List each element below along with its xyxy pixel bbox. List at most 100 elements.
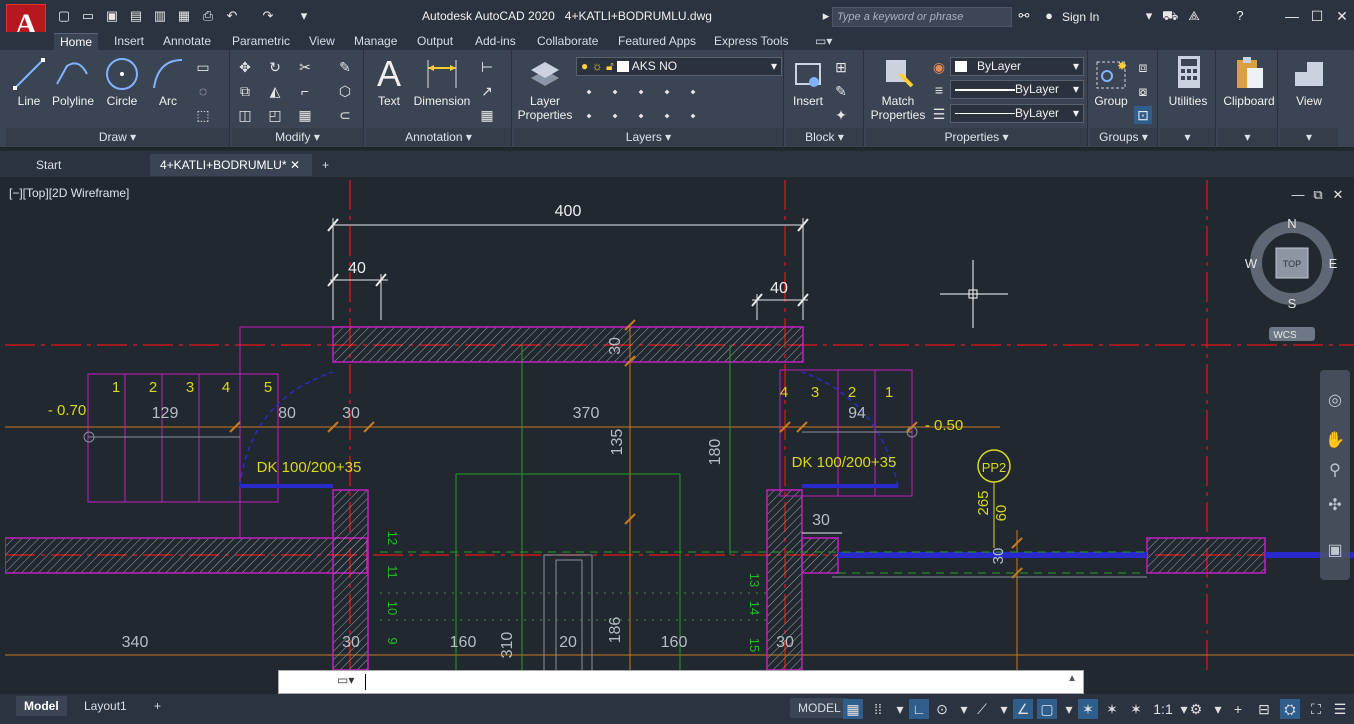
erase-icon[interactable]: ✎ bbox=[336, 58, 354, 76]
scale-icon[interactable]: ◰ bbox=[266, 106, 284, 124]
lineweight-dropdown[interactable]: ByLayer ▾ bbox=[950, 80, 1084, 99]
add-layout-icon[interactable]: + bbox=[146, 696, 169, 716]
draw-panel-title[interactable]: Draw ▾ bbox=[6, 128, 229, 146]
array-icon[interactable]: ▦ bbox=[296, 106, 314, 124]
workspace-icon[interactable]: ⚙ bbox=[1186, 699, 1206, 719]
workspace-dropdown-icon[interactable]: ▾ bbox=[1208, 699, 1228, 719]
layer-lock-icon[interactable]: ⬩ bbox=[658, 82, 676, 100]
rectangle-icon[interactable]: ▭ bbox=[194, 58, 212, 76]
ribbon-options-icon[interactable]: ▭▾ bbox=[815, 33, 832, 51]
move-icon[interactable]: ✥ bbox=[236, 58, 254, 76]
layer-make-current-icon[interactable]: ⬩ bbox=[684, 82, 702, 100]
annotation-panel-title[interactable]: Annotation ▾ bbox=[366, 128, 511, 146]
command-prompt-icon[interactable]: ▭▾ bbox=[337, 673, 354, 687]
save-icon[interactable]: ▣ bbox=[104, 8, 120, 24]
group-edit-icon[interactable]: ⧇ bbox=[1134, 82, 1152, 100]
close-icon[interactable]: ✕ bbox=[1332, 6, 1352, 26]
group-selection-icon[interactable]: ⊡ bbox=[1134, 106, 1152, 124]
command-line-input[interactable]: ▭▾ ▲ bbox=[278, 670, 1084, 694]
match-properties-button[interactable]: Match Properties bbox=[870, 54, 926, 122]
search-input[interactable]: Type a keyword or phrase bbox=[832, 7, 1012, 27]
cart-icon[interactable]: ⛟ bbox=[1162, 8, 1178, 24]
drawing-canvas[interactable]: 400 40 40 129 80 30 370 94 135 180 30 34… bbox=[5, 180, 1354, 670]
snap-dropdown-icon[interactable]: ▾ bbox=[890, 699, 910, 719]
binoculars-icon[interactable]: ⚯ bbox=[1016, 8, 1032, 24]
clipboard-button[interactable]: Clipboard bbox=[1220, 54, 1278, 108]
polyline-button[interactable]: Polyline bbox=[48, 54, 98, 108]
layers-panel-title[interactable]: Layers ▾ bbox=[514, 128, 783, 146]
command-history-icon[interactable]: ▲ bbox=[1067, 673, 1077, 684]
layout1-tab[interactable]: Layout1 bbox=[76, 696, 135, 716]
layer-isolate-icon[interactable]: ⬩ bbox=[606, 82, 624, 100]
file-tab-start[interactable]: Start bbox=[26, 154, 146, 176]
edit-block-icon[interactable]: ✎ bbox=[832, 82, 850, 100]
linear-dimension-icon[interactable]: ⊢ bbox=[478, 58, 496, 76]
tab-annotate[interactable]: Annotate bbox=[163, 33, 211, 51]
group-button[interactable]: ✸ Group bbox=[1092, 54, 1130, 108]
utilities-dropdown-icon[interactable]: ▾ bbox=[1160, 128, 1215, 146]
a360-icon[interactable]: ⟁ bbox=[1186, 8, 1202, 24]
view-button[interactable]: View bbox=[1282, 54, 1336, 108]
line-button[interactable]: Line bbox=[10, 54, 48, 108]
qat-customize-icon[interactable]: ▾ bbox=[296, 8, 312, 24]
layer-previous-icon[interactable]: ⬩ bbox=[606, 106, 624, 124]
ungroup-icon[interactable]: ⧈ bbox=[1134, 58, 1152, 76]
polar-dropdown-icon[interactable]: ▾ bbox=[954, 699, 974, 719]
color-dropdown[interactable]: ByLayer ▾ bbox=[950, 57, 1084, 76]
layer-unisolate-icon[interactable]: ⬩ bbox=[632, 106, 650, 124]
tab-add-ins[interactable]: Add-ins bbox=[475, 33, 516, 51]
clipboard-dropdown-icon[interactable]: ▾ bbox=[1218, 128, 1277, 146]
layer-match-icon[interactable]: ⬩ bbox=[580, 106, 598, 124]
block-panel-title[interactable]: Block ▾ bbox=[786, 128, 863, 146]
groups-panel-title[interactable]: Groups ▾ bbox=[1090, 128, 1157, 146]
tab-view[interactable]: View bbox=[309, 33, 335, 51]
copy-icon[interactable]: ⧉ bbox=[236, 82, 254, 100]
tab-manage[interactable]: Manage bbox=[354, 33, 397, 51]
customize-menu-icon[interactable]: ☰ bbox=[1330, 699, 1350, 719]
save-as-icon[interactable]: ▤ bbox=[128, 8, 144, 24]
fullscreen-icon[interactable]: ⛶ bbox=[1306, 699, 1326, 719]
tab-parametric[interactable]: Parametric bbox=[232, 33, 290, 51]
annotation-monitor-icon[interactable]: + bbox=[1228, 699, 1248, 719]
polar-icon[interactable]: ⊙ bbox=[932, 699, 952, 719]
offset-icon[interactable]: ⊂ bbox=[336, 106, 354, 124]
arc-button[interactable]: Arc bbox=[148, 54, 188, 108]
layer-dropdown[interactable]: ● ☼ 🔓︎ AKS NO ▾ bbox=[576, 57, 782, 76]
rotate-icon[interactable]: ↻ bbox=[266, 58, 284, 76]
annotation-scale-value[interactable]: 1:1 bbox=[1150, 699, 1176, 719]
ortho-icon[interactable]: ∟ bbox=[909, 699, 929, 719]
modify-panel-title[interactable]: Modify ▾ bbox=[232, 128, 363, 146]
edit-attributes-icon[interactable]: ✦ bbox=[832, 106, 850, 124]
tab-insert[interactable]: Insert bbox=[114, 33, 144, 51]
print-icon[interactable]: ⎙ bbox=[200, 8, 216, 24]
redo-icon[interactable]: ↷ bbox=[260, 8, 276, 24]
object-snap-tracking-icon[interactable]: ∠ bbox=[1013, 699, 1033, 719]
mirror-icon[interactable]: ◭ bbox=[266, 82, 284, 100]
explode-icon[interactable]: ⬡ bbox=[336, 82, 354, 100]
object-snap-icon[interactable]: ▢ bbox=[1037, 699, 1057, 719]
open-icon[interactable]: ▭ bbox=[80, 8, 96, 24]
hatch-icon[interactable]: ◌ bbox=[194, 82, 212, 100]
leader-icon[interactable]: ↗ bbox=[478, 82, 496, 100]
linetype-dropdown[interactable]: ByLayer ▾ bbox=[950, 104, 1084, 123]
snap-icon[interactable]: ⁞⁞ bbox=[868, 699, 888, 719]
auto-scale-icon[interactable]: ✶ bbox=[1102, 699, 1122, 719]
viewcube[interactable]: TOP N S E W WCS bbox=[1245, 216, 1338, 341]
sign-in-button[interactable]: Sign In bbox=[1062, 10, 1099, 24]
signin-dropdown-icon[interactable]: ▾ bbox=[1141, 8, 1157, 24]
tab-home[interactable]: Home bbox=[54, 33, 99, 51]
fillet-icon[interactable]: ⌐ bbox=[296, 82, 314, 100]
object-snap-dropdown-icon[interactable]: ▾ bbox=[1059, 699, 1079, 719]
units-icon[interactable]: ⊟ bbox=[1254, 699, 1274, 719]
tab-featured-apps[interactable]: Featured Apps bbox=[618, 33, 696, 51]
new-tab-icon[interactable]: + bbox=[316, 154, 342, 176]
annotation-scale-icon[interactable]: ✶ bbox=[1126, 699, 1146, 719]
isodraft-dropdown-icon[interactable]: ▾ bbox=[994, 699, 1014, 719]
model-space-button[interactable]: MODEL bbox=[790, 698, 849, 718]
layer-off-icon[interactable]: ⬩ bbox=[580, 82, 598, 100]
dimension-button[interactable]: Dimension bbox=[410, 54, 474, 108]
table-icon[interactable]: ▦ bbox=[478, 106, 496, 124]
layer-properties-button[interactable]: Layer Properties bbox=[516, 54, 574, 122]
save-web-icon[interactable]: ▦ bbox=[176, 8, 192, 24]
help-icon[interactable]: ? bbox=[1232, 8, 1248, 24]
